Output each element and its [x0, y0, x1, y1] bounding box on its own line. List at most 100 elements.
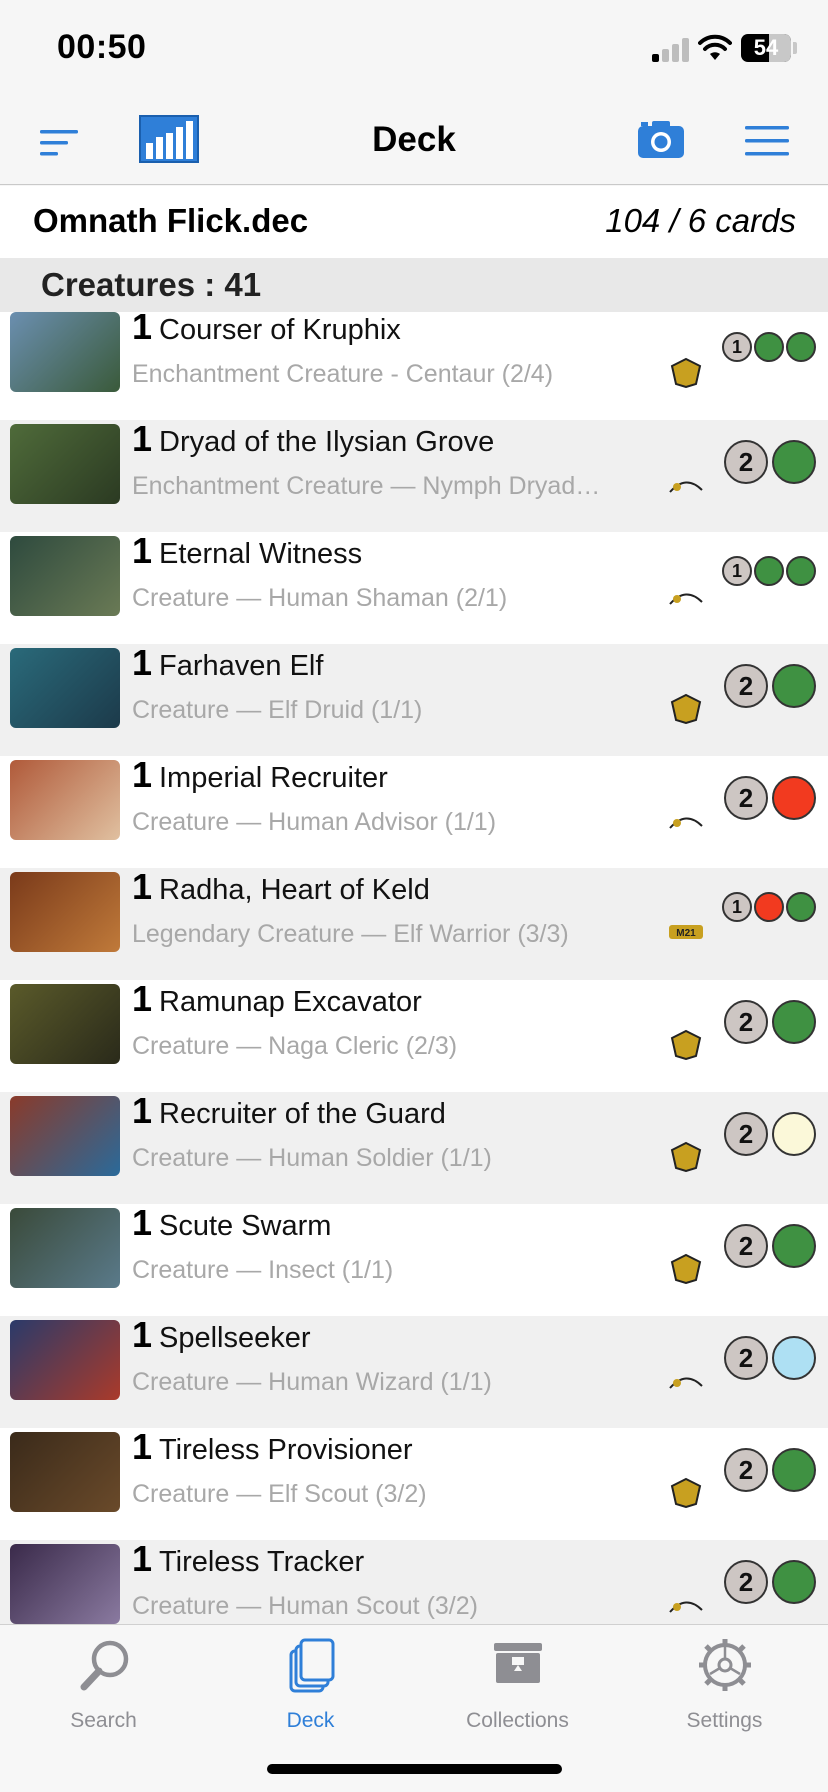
card-art-thumbnail[interactable] [10, 760, 120, 840]
card-quantity: 1 [132, 312, 153, 347]
card-type-line: Creature — Human Advisor (1/1) [132, 808, 497, 836]
search-icon [80, 1640, 129, 1691]
card-row[interactable]: 1 Tireless Provisioner Creature — Elf Scou… [0, 1426, 828, 1540]
card-art-thumbnail[interactable] [10, 1320, 120, 1400]
card-quantity: 1 [132, 1202, 153, 1243]
green-mana-symbol [772, 440, 816, 484]
card-row[interactable]: 1 Tireless Tracker Creature — Human Scout … [0, 1538, 828, 1624]
red-mana-symbol [772, 776, 816, 820]
comet-set-icon [669, 1377, 703, 1389]
battery-level: 54 [753, 35, 779, 60]
card-art-thumbnail[interactable] [10, 536, 120, 616]
mana-cost: 2 [724, 664, 816, 708]
card-type-line: Creature — Human Scout (3/2) [132, 1592, 478, 1620]
mana-cost: 2 [724, 1224, 816, 1268]
card-art-thumbnail[interactable] [10, 984, 120, 1064]
card-art-thumbnail[interactable] [10, 1432, 120, 1512]
cellular-signal-icon [652, 38, 690, 62]
mana-cost: 2 [724, 776, 816, 820]
card-quantity: 1 [132, 418, 153, 459]
tab-search[interactable]: Search [0, 1637, 207, 1737]
card-list[interactable]: 1 Courser of Kruphix Enchantment Creature … [0, 312, 828, 1624]
card-art-thumbnail[interactable] [10, 1096, 120, 1176]
collections-icon [494, 1643, 542, 1683]
green-mana-symbol [772, 1000, 816, 1044]
mana-cost: 2 [724, 1448, 816, 1492]
generic-mana-symbol: 2 [724, 1336, 768, 1380]
generic-mana-symbol: 2 [724, 1560, 768, 1604]
card-quantity: 1 [132, 866, 153, 907]
green-mana-symbol [786, 556, 816, 586]
green-mana-symbol [786, 892, 816, 922]
card-art-thumbnail[interactable] [10, 872, 120, 952]
card-row[interactable]: 1 Courser of Kruphix Enchantment Creature … [0, 312, 828, 420]
card-quantity: 1 [132, 530, 153, 571]
card-row[interactable]: 1 Imperial Recruiter Creature — Human Advi… [0, 754, 828, 868]
green-mana-symbol [754, 332, 784, 362]
page-title: Deck [372, 120, 456, 159]
card-row[interactable]: 1 Spellseeker Creature — Human Wizard (1/1… [0, 1314, 828, 1428]
card-art-thumbnail[interactable] [10, 648, 120, 728]
comet-set-icon [669, 817, 703, 829]
tab-label: Settings [686, 1709, 763, 1732]
generic-mana-symbol: 2 [724, 1448, 768, 1492]
card-type-line: Creature — Elf Scout (3/2) [132, 1480, 427, 1508]
generic-mana-symbol: 2 [724, 1000, 768, 1044]
generic-mana-symbol: 1 [722, 892, 752, 922]
tab-label: Deck [286, 1709, 335, 1732]
generic-mana-symbol: 2 [724, 664, 768, 708]
comet-set-icon [669, 481, 703, 493]
card-name: Radha, Heart of Keld [159, 874, 430, 906]
card-row[interactable]: 1 Dryad of the Ilysian Grove Enchantment C… [0, 418, 828, 532]
deck-name[interactable]: Omnath Flick.dec [33, 202, 308, 240]
card-art-thumbnail[interactable] [10, 1544, 120, 1624]
card-quantity: 1 [132, 978, 153, 1019]
camera-icon[interactable] [636, 118, 686, 160]
card-row[interactable]: 1 Radha, Heart of Keld Legendary Creature … [0, 866, 828, 980]
theros-set-icon [670, 357, 702, 388]
card-art-thumbnail[interactable] [10, 424, 120, 504]
tab-label: Search [70, 1709, 137, 1732]
wifi-icon [698, 34, 732, 60]
card-name: Scute Swarm [159, 1210, 332, 1242]
status-time: 00:50 [57, 28, 147, 66]
mana-cost: 1 [722, 892, 816, 922]
mana-cost: 2 [724, 1560, 816, 1604]
card-name: Dryad of the Ilysian Grove [159, 426, 495, 458]
lotr-set-icon [670, 1477, 702, 1508]
mana-cost: 2 [724, 440, 816, 484]
card-row[interactable]: 1 Ramunap Excavator Creature — Naga Cleric… [0, 978, 828, 1092]
tab-label: Collections [466, 1709, 569, 1732]
blue-mana-symbol [772, 1336, 816, 1380]
svg-text:M21: M21 [676, 928, 696, 939]
mana-cost: 2 [724, 1112, 816, 1156]
card-row[interactable]: 1 Recruiter of the Guard Creature — Human … [0, 1090, 828, 1204]
card-name: Tireless Tracker [159, 1546, 365, 1578]
card-name: Recruiter of the Guard [159, 1098, 446, 1130]
tab-settings[interactable]: Settings [621, 1637, 828, 1737]
battery-icon: 54 [741, 34, 791, 62]
tab-deck[interactable]: Deck [207, 1637, 414, 1737]
mana-cost: 2 [724, 1336, 816, 1380]
generic-mana-symbol: 1 [722, 556, 752, 586]
tab-collections[interactable]: Collections [414, 1637, 621, 1737]
generic-mana-symbol: 2 [724, 1112, 768, 1156]
generic-mana-symbol: 2 [724, 776, 768, 820]
mana-cost: 1 [722, 556, 816, 586]
card-art-thumbnail[interactable] [10, 312, 120, 392]
green-mana-symbol [786, 332, 816, 362]
card-quantity: 1 [132, 1090, 153, 1131]
card-type-line: Creature — Insect (1/1) [132, 1256, 394, 1284]
card-name: Courser of Kruphix [159, 314, 401, 346]
card-row[interactable]: 1 Farhaven Elf Creature — Elf Druid (1/1) 2 [0, 642, 828, 756]
menu-icon[interactable] [744, 122, 790, 160]
card-type-line: Creature — Human Shaman (2/1) [132, 584, 508, 612]
card-row[interactable]: 1 Eternal Witness Creature — Human Shaman … [0, 530, 828, 644]
card-art-thumbnail[interactable] [10, 1208, 120, 1288]
comet-set-icon [669, 593, 703, 605]
card-type-line: Legendary Creature — Elf Warrior (3/3) [132, 920, 569, 948]
green-mana-symbol [772, 1448, 816, 1492]
card-name: Farhaven Elf [159, 650, 324, 682]
card-row[interactable]: 1 Scute Swarm Creature — Insect (1/1) 2 [0, 1202, 828, 1316]
red-mana-symbol [754, 892, 784, 922]
